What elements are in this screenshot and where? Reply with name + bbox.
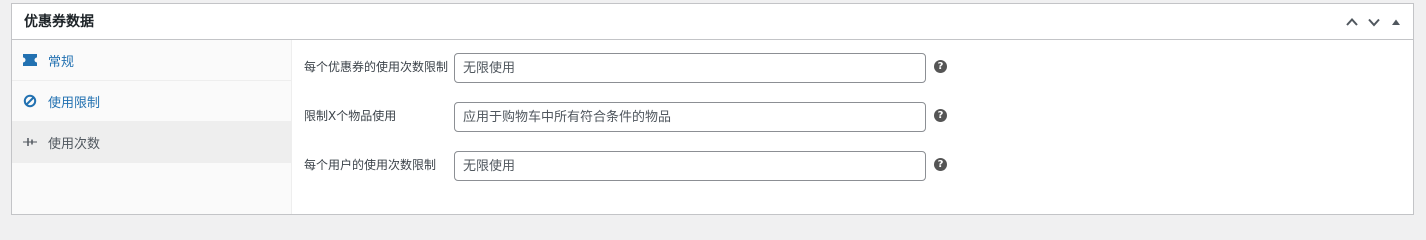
chevron-down-icon	[1368, 18, 1380, 26]
coupon-data-metabox: 优惠券数据 常规 使用限制 使用次数 每个优惠券的使用次数限制 无限使用 ? 限…	[11, 3, 1414, 215]
ticket-icon	[22, 52, 38, 68]
metabox-inside: 常规 使用限制 使用次数 每个优惠券的使用次数限制 无限使用 ? 限制X个物品使…	[12, 40, 1413, 214]
usage-limit-per-user-field: 每个用户的使用次数限制 ?	[292, 151, 992, 181]
adjust-icon	[22, 134, 38, 150]
limit-usage-to-x-items-field: 限制X个物品使用 ?	[292, 102, 992, 132]
usage-limit-per-user-input[interactable]	[454, 151, 926, 181]
tab-usage-limits[interactable]: 使用次数	[12, 122, 291, 163]
usage-limit-per-coupon-input[interactable]	[454, 53, 926, 83]
tab-general-label: 常规	[48, 54, 75, 70]
tab-general[interactable]: 常规	[12, 40, 291, 81]
help-icon[interactable]: ?	[934, 60, 947, 73]
tab-usage-limits-label: 使用次数	[48, 136, 101, 152]
metabox-title: 优惠券数据	[24, 14, 94, 30]
handle-actions	[1341, 4, 1407, 39]
coupon-tabs: 常规 使用限制 使用次数	[12, 40, 292, 214]
chevron-up-icon	[1346, 17, 1358, 26]
metabox-header: 优惠券数据	[12, 4, 1413, 40]
usage-limit-per-user-label: 每个用户的使用次数限制	[304, 158, 437, 172]
triangle-up-icon	[1392, 19, 1400, 25]
move-down-button[interactable]	[1363, 4, 1385, 39]
move-up-button[interactable]	[1341, 4, 1363, 39]
block-icon	[22, 93, 38, 109]
tab-usage-restriction[interactable]: 使用限制	[12, 81, 291, 122]
limit-usage-to-x-items-input[interactable]	[454, 102, 926, 132]
help-icon[interactable]: ?	[934, 158, 947, 171]
toggle-panel-button[interactable]	[1385, 4, 1407, 39]
tab-usage-restriction-label: 使用限制	[48, 95, 101, 111]
help-icon[interactable]: ?	[934, 109, 947, 122]
usage-limits-panel: 每个优惠券的使用次数限制 ? 限制X个物品使用 ? 每个用户的使用次数限制 ?	[292, 40, 1413, 214]
limit-usage-to-x-items-label: 限制X个物品使用	[304, 109, 397, 123]
usage-limit-per-coupon-field: 每个优惠券的使用次数限制 ?	[292, 53, 992, 83]
usage-limit-per-coupon-label: 每个优惠券的使用次数限制	[304, 60, 449, 74]
